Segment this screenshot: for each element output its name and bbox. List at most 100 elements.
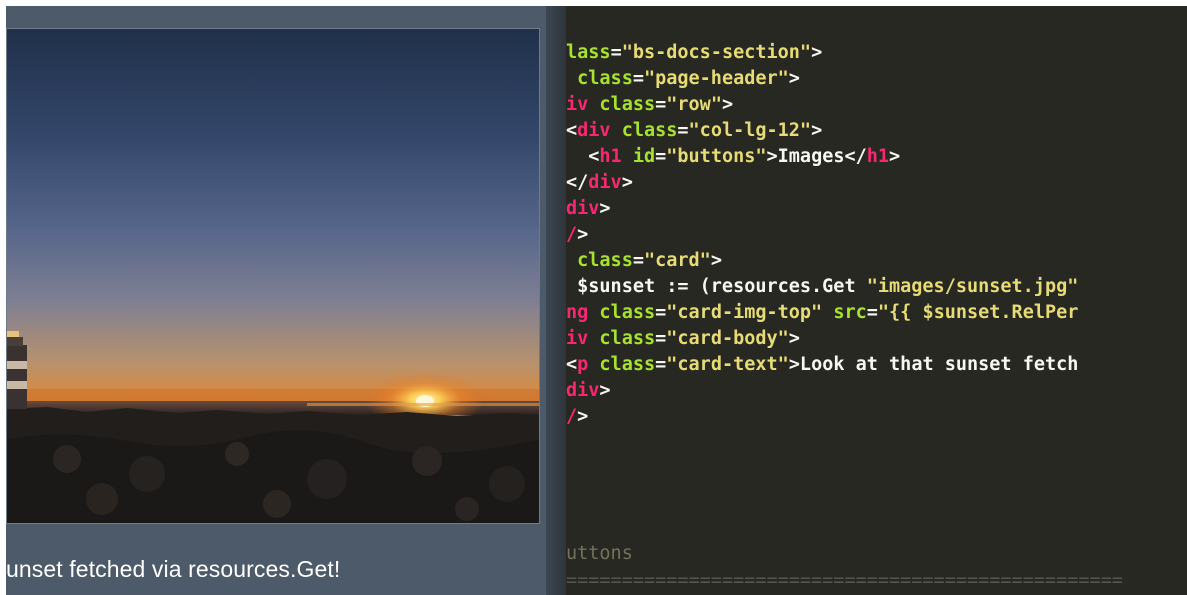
- code-token: class: [599, 328, 656, 349]
- rock: [129, 456, 165, 492]
- code-token: id: [632, 146, 656, 167]
- code-token: "row": [666, 94, 722, 115]
- code-token: p: [577, 354, 589, 375]
- code-token: >: [599, 198, 611, 219]
- code-token: class: [577, 250, 633, 271]
- code-token: =: [655, 354, 667, 375]
- code-line: div>: [566, 196, 611, 222]
- code-token: $sunset := (resources.Get: [566, 276, 867, 297]
- sunset-scene: [7, 331, 539, 523]
- rock: [263, 490, 291, 518]
- screenshot-stage: unset fetched via resources.Get! lass="b…: [0, 0, 1187, 595]
- code-token: =: [655, 302, 667, 323]
- code-token: iv: [566, 328, 589, 349]
- code-token: class: [577, 68, 633, 89]
- code-token: =: [655, 94, 667, 115]
- code-line: class="card">: [566, 248, 722, 274]
- code-token: "card-img-top": [666, 302, 823, 323]
- code-token: div: [588, 172, 622, 193]
- code-token: "images/sunset.jpg": [866, 276, 1079, 297]
- code-token: h1: [599, 146, 622, 167]
- code-editor[interactable]: lass="bs-docs-section"> class="page-head…: [566, 6, 1187, 595]
- code-token: lass: [566, 42, 611, 63]
- rock: [307, 459, 347, 499]
- code-comment-line: uttons: [566, 543, 633, 564]
- code-token: <: [566, 146, 600, 167]
- code-line: iv class="card-body">: [566, 326, 800, 352]
- code-token: =: [632, 250, 644, 271]
- code-token: =: [655, 328, 667, 349]
- code-token: <: [566, 354, 578, 375]
- code-token: >: [577, 406, 589, 427]
- code-token: "card-body": [666, 328, 789, 349]
- card-caption-text: unset fetched via resources.Get!: [6, 556, 341, 582]
- code-token: >: [811, 120, 823, 141]
- code-token: "card": [643, 250, 711, 271]
- code-token: div: [577, 120, 611, 141]
- code-token: iv: [566, 94, 589, 115]
- code-token: >: [599, 380, 611, 401]
- code-token: src: [833, 302, 867, 323]
- rock: [455, 497, 479, 521]
- code-line: iv class="row">: [566, 92, 733, 118]
- lighthouse: [7, 331, 27, 409]
- code-token: >: [577, 224, 589, 245]
- code-token: >: [788, 68, 800, 89]
- code-line: class="page-header">: [566, 66, 800, 92]
- code-line: <p class="card-text">Look at that sunset…: [566, 352, 1078, 378]
- code-token: =: [677, 120, 689, 141]
- code-token: class: [599, 302, 656, 323]
- code-token: class: [599, 94, 656, 115]
- code-token: h1: [866, 146, 890, 167]
- code-token: <: [566, 120, 578, 141]
- code-line: />: [566, 404, 588, 430]
- code-token: >: [811, 42, 823, 63]
- code-token: "col-lg-12": [688, 120, 812, 141]
- code-token: =: [866, 302, 878, 323]
- code-token: "{{ $sunset.RelPer: [877, 302, 1079, 323]
- code-line: $sunset := (resources.Get "images/sunset…: [566, 274, 1078, 300]
- rock: [53, 445, 81, 473]
- code-token: >: [710, 250, 722, 271]
- code-token: >: [621, 172, 633, 193]
- code-line: ng class="card-img-top" src="{{ $sunset.…: [566, 300, 1078, 326]
- code-line: lass="bs-docs-section">: [566, 40, 822, 66]
- code-line: <h1 id="buttons">Images</h1>: [566, 144, 900, 170]
- code-line: </div>: [566, 170, 633, 196]
- rock: [86, 483, 118, 515]
- code-token: >: [889, 146, 901, 167]
- code-token: >: [721, 94, 734, 115]
- code-token: "page-header": [643, 68, 789, 89]
- code-token: >Look at that sunset fetch: [788, 354, 1079, 375]
- code-token: "card-text": [666, 354, 789, 375]
- code-line: />: [566, 222, 588, 248]
- sun-reflection: [307, 403, 539, 406]
- card-image-sunset: [6, 28, 540, 524]
- code-line: <div class="col-lg-12">: [566, 118, 822, 144]
- panel-divider: [546, 6, 566, 595]
- code-token: ng: [566, 302, 589, 323]
- code-token: =: [655, 146, 667, 167]
- code-token: div: [566, 380, 600, 401]
- code-token: =: [610, 42, 622, 63]
- code-token: =: [632, 68, 644, 89]
- rock: [412, 446, 442, 476]
- code-token: /: [566, 224, 578, 245]
- code-token: class: [621, 120, 678, 141]
- code-token: class: [599, 354, 656, 375]
- code-token: "buttons": [666, 146, 767, 167]
- rendered-preview-panel: unset fetched via resources.Get!: [6, 6, 566, 595]
- code-token: "bs-docs-section": [621, 42, 812, 63]
- rock: [225, 442, 249, 466]
- code-line: div>: [566, 378, 611, 404]
- rock: [489, 466, 525, 502]
- code-token: >Images</: [766, 146, 867, 167]
- code-rule-line: ========================================…: [566, 570, 1123, 591]
